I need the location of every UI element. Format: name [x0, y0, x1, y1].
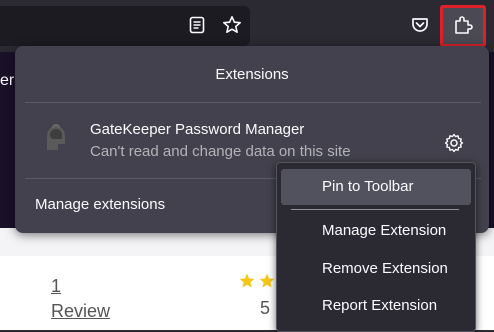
- extension-permission-text: Can't read and change data on this site: [90, 143, 351, 160]
- puzzle-icon: [452, 13, 474, 40]
- pocket-icon[interactable]: [409, 14, 431, 36]
- bookmark-star-icon[interactable]: [221, 14, 243, 36]
- divider: [25, 102, 481, 103]
- review-count-link[interactable]: 1: [51, 276, 61, 297]
- menu-item-remove-extension[interactable]: Remove Extension: [281, 251, 471, 287]
- menu-item-report-extension[interactable]: Report Extension: [281, 288, 471, 324]
- url-bar[interactable]: [0, 6, 250, 46]
- rating-value: 5: [260, 298, 271, 318]
- extension-context-menu: Pin to Toolbar Manage Extension Remove E…: [276, 162, 476, 332]
- reader-view-icon[interactable]: [186, 14, 208, 36]
- gear-icon[interactable]: [443, 132, 465, 154]
- browser-toolbar: [0, 0, 494, 52]
- panel-title: Extensions: [215, 66, 289, 83]
- extension-item[interactable]: GateKeeper Password Manager Can't read a…: [25, 108, 481, 164]
- menu-item-pin-to-toolbar[interactable]: Pin to Toolbar: [281, 169, 471, 205]
- gatekeeper-helmet-icon: [38, 120, 72, 154]
- menu-separator: [291, 209, 459, 210]
- extension-name: GateKeeper Password Manager: [90, 121, 305, 138]
- star-icon: [238, 272, 256, 295]
- extensions-button[interactable]: [440, 5, 486, 47]
- manage-extensions-button[interactable]: Manage extensions: [35, 196, 165, 213]
- menu-item-manage-extension[interactable]: Manage Extension: [281, 213, 471, 249]
- rating-stars: [238, 272, 276, 295]
- star-icon: [258, 272, 276, 295]
- review-label-link[interactable]: Review: [51, 301, 110, 322]
- page-header-text: er: [0, 72, 15, 89]
